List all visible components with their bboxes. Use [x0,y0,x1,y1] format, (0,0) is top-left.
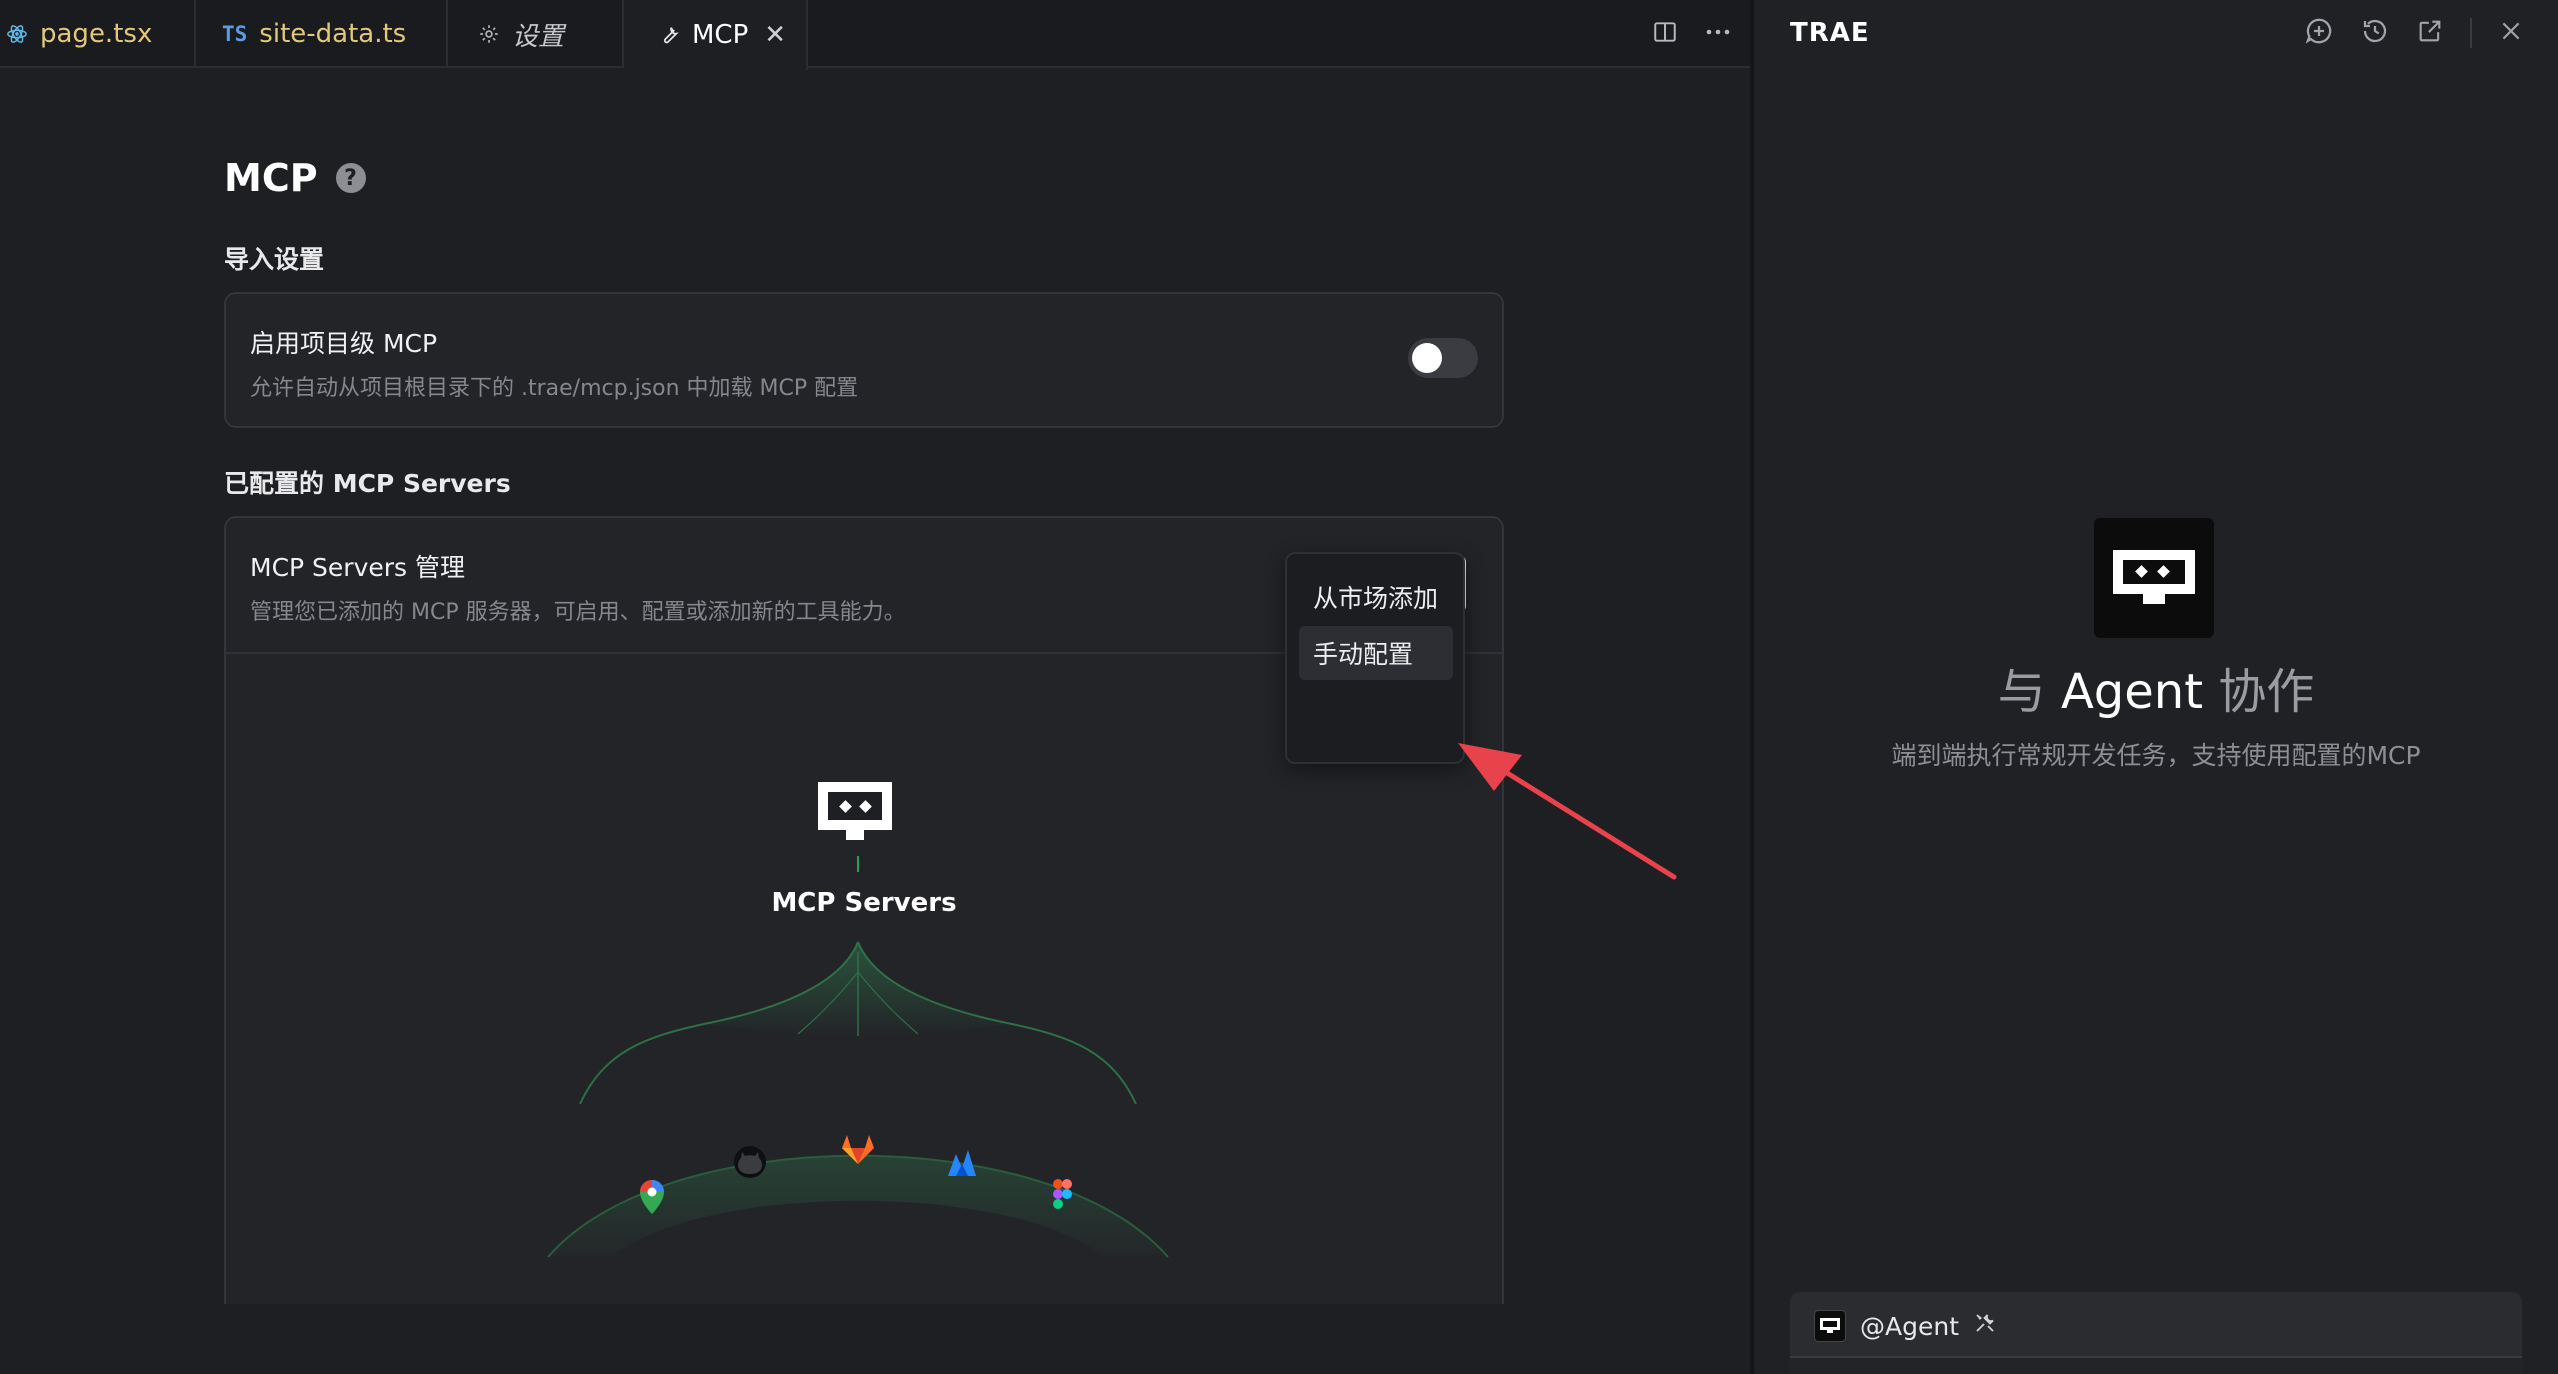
page-title: MCP ? [224,156,366,200]
trae-side-panel: TRAE 与 Agent 协作 端到端执行常规开发任务，支持使用配置的MCP @… [1754,0,2558,1374]
editor-area: page.tsx TS site-data.ts 设置 MCP ✕ MCP ? … [0,0,1750,1374]
new-chat-icon[interactable] [2304,16,2334,50]
hero-subtitle: 端到端执行常规开发任务，支持使用配置的MCP [1891,741,2421,770]
project-mcp-toggle[interactable] [1408,338,1478,378]
tab-label: MCP [692,20,749,50]
agent-tag[interactable]: @Agent [1814,1310,1997,1342]
mcp-logo-icon [818,782,892,840]
open-external-icon[interactable] [2416,17,2444,49]
hero-title: 与 Agent 协作 [1997,664,2315,720]
menu-item-manual-config[interactable]: 手动配置 [1299,626,1453,680]
gear-icon [478,23,500,45]
toggle-knob [1412,343,1442,373]
panel-header: TRAE [1754,0,2558,68]
agent-logo-icon [2094,518,2214,638]
tools-icon [1973,1311,1997,1341]
tab-label: page.tsx [40,19,153,49]
tab-mcp[interactable]: MCP ✕ [624,0,808,70]
panel-actions [2304,16,2524,50]
split-editor-icon[interactable] [1652,19,1678,49]
servers-management-title: MCP Servers 管理 [250,553,466,582]
tab-bar-actions [1652,0,1732,68]
help-icon[interactable]: ? [335,163,366,193]
tab-bar: page.tsx TS site-data.ts 设置 MCP ✕ [0,0,1750,70]
header-separator [2470,18,2472,48]
tab-page-tsx[interactable]: page.tsx [0,0,196,68]
agent-tag-label: @Agent [1860,1311,1959,1341]
project-mcp-card: 启用项目级 MCP 允许自动从项目根目录下的 .trae/mcp.json 中加… [224,292,1504,428]
tab-label: 设置 [512,21,565,52]
agent-icon [1814,1310,1846,1342]
panel-title: TRAE [1790,18,1870,48]
history-icon[interactable] [2360,16,2390,50]
react-icon [6,23,28,45]
import-settings-heading: 导入设置 [224,245,325,274]
illustration-label: MCP Servers [771,888,957,918]
menu-item-add-from-market[interactable]: 从市场添加 [1299,570,1453,624]
annotation-arrow [1458,743,1677,880]
servers-management-desc: 管理您已添加的 MCP 服务器，可启用、配置或添加新的工具能力。 [250,600,906,625]
wrench-icon [658,24,680,46]
tab-label: site-data.ts [259,19,407,49]
tab-site-data-ts[interactable]: TS site-data.ts [196,0,448,68]
chat-input-field[interactable] [1790,1356,2522,1374]
typescript-icon: TS [222,22,248,46]
chat-input-box[interactable]: @Agent [1790,1292,2522,1374]
configured-servers-heading: 已配置的 MCP Servers [224,469,511,498]
close-panel-icon[interactable] [2498,18,2524,48]
github-icon [734,1146,766,1178]
add-server-menu: 从市场添加 手动配置 [1285,552,1465,764]
project-mcp-desc: 允许自动从项目根目录下的 .trae/mcp.json 中加载 MCP 配置 [250,376,859,401]
project-mcp-title: 启用项目级 MCP [250,329,438,358]
more-actions-icon[interactable] [1704,19,1732,49]
tab-settings[interactable]: 设置 [448,0,624,68]
close-tab-icon[interactable]: ✕ [764,20,786,50]
